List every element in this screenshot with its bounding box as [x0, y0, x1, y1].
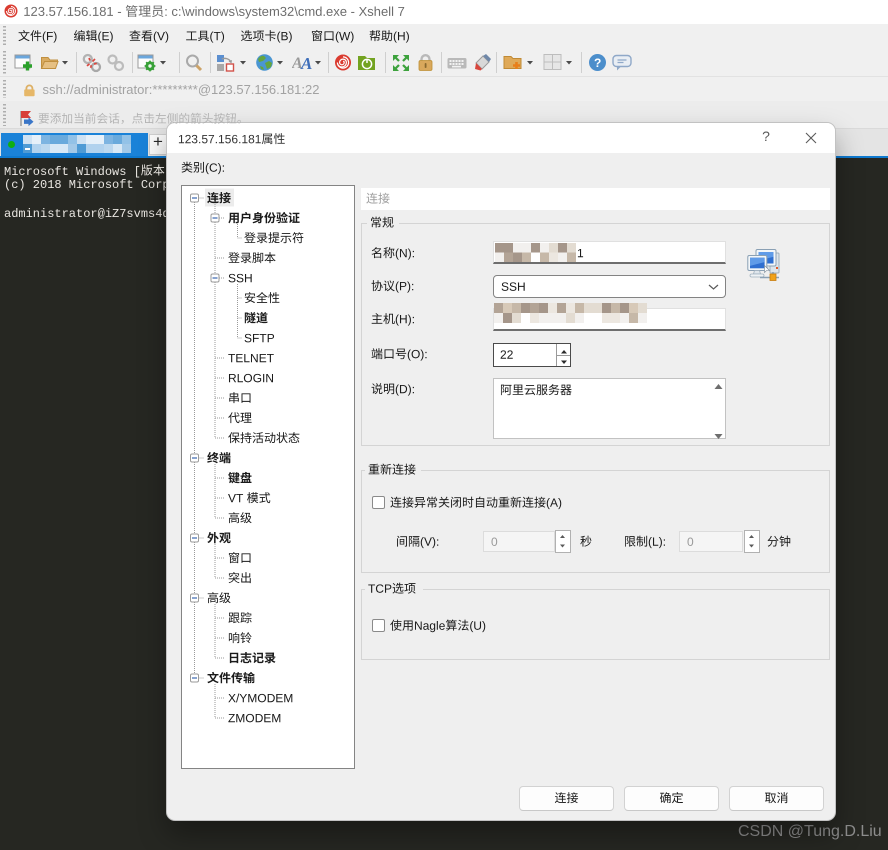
- svg-text:A: A: [300, 54, 312, 73]
- svg-text:?: ?: [594, 56, 601, 70]
